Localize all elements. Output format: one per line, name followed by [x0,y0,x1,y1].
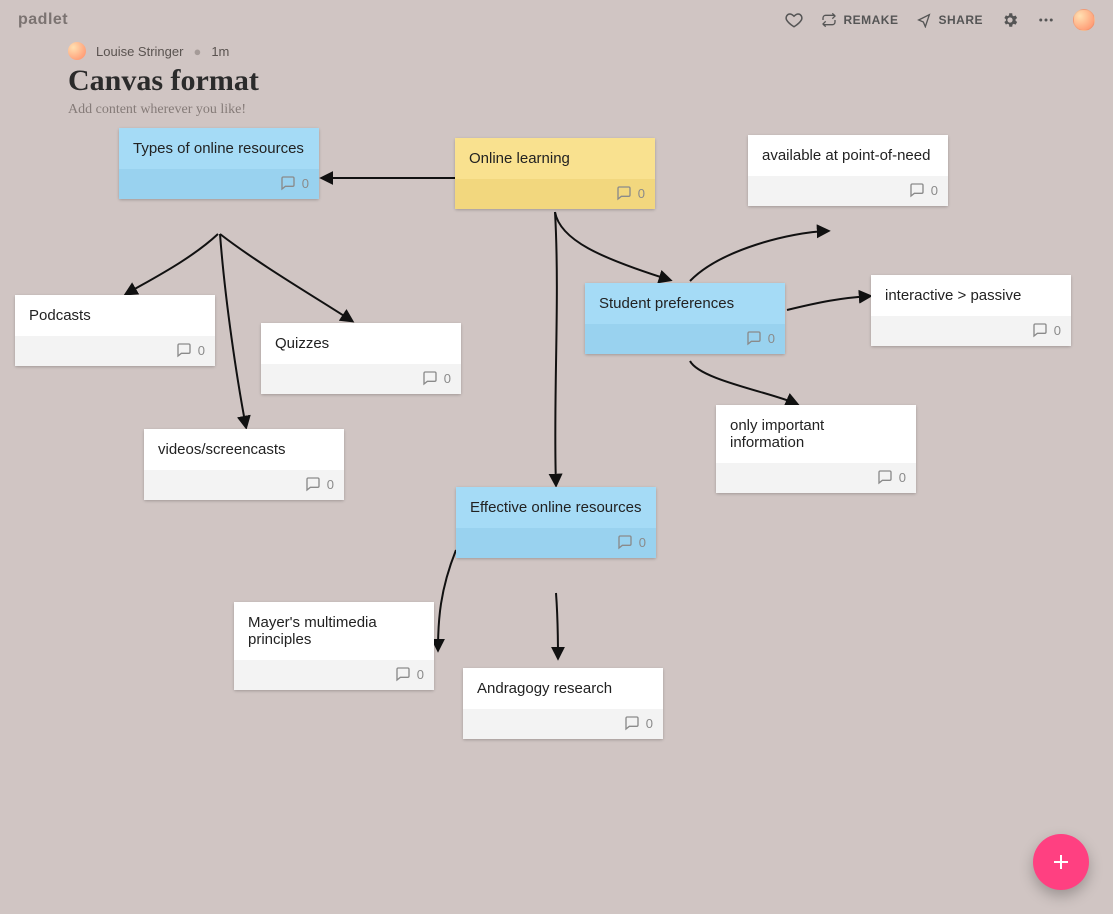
author-avatar[interactable] [68,42,86,60]
comment-count: 0 [1054,323,1061,338]
comment-count: 0 [646,716,653,731]
card-mayer-principles[interactable]: Mayer's multimedia principles 0 [234,602,434,690]
card-title: Effective online resources [456,487,656,528]
share-label: SHARE [938,13,983,27]
board-subtitle: Add content wherever you like! [68,102,259,118]
settings-button[interactable] [1001,11,1019,29]
card-types-online-resources[interactable]: Types of online resources 0 [119,128,319,199]
comment-icon [617,534,633,550]
card-title: Quizzes [261,323,461,364]
topbar-actions: REMAKE SHARE [785,9,1095,31]
card-footer[interactable]: 0 [463,709,663,739]
card-footer[interactable]: 0 [748,176,948,206]
topbar: padlet REMAKE SHARE [0,0,1113,40]
card-footer[interactable]: 0 [456,528,656,558]
card-footer[interactable]: 0 [119,169,319,199]
author-name: Louise Stringer [96,44,183,59]
comment-count: 0 [417,667,424,682]
comment-icon [877,469,893,485]
like-button[interactable] [785,11,803,29]
canvas[interactable]: Types of online resources 0 Online learn… [0,0,1113,914]
card-online-learning[interactable]: Online learning 0 [455,138,655,209]
card-only-important-info[interactable]: only important information 0 [716,405,916,493]
card-footer[interactable]: 0 [716,463,916,493]
card-footer[interactable]: 0 [234,660,434,690]
comment-icon [616,185,632,201]
card-footer[interactable]: 0 [585,324,785,354]
comment-icon [305,476,321,492]
more-button[interactable] [1037,11,1055,29]
user-avatar[interactable] [1073,9,1095,31]
comment-icon [1032,322,1048,338]
card-title: Mayer's multimedia principles [234,602,434,660]
comment-count: 0 [327,477,334,492]
card-title: Podcasts [15,295,215,336]
card-andragogy-research[interactable]: Andragogy research 0 [463,668,663,739]
more-icon [1037,11,1055,29]
card-title: videos/screencasts [144,429,344,470]
card-footer[interactable]: 0 [455,179,655,209]
card-podcasts[interactable]: Podcasts 0 [15,295,215,366]
card-title: Andragogy research [463,668,663,709]
comment-icon [624,715,640,731]
card-videos-screencasts[interactable]: videos/screencasts 0 [144,429,344,500]
comment-count: 0 [638,186,645,201]
comment-icon [176,342,192,358]
card-footer[interactable]: 0 [15,336,215,366]
board-title: Canvas format [68,64,259,98]
card-title: interactive > passive [871,275,1071,316]
comment-count: 0 [444,371,451,386]
card-student-preferences[interactable]: Student preferences 0 [585,283,785,354]
card-title: Types of online resources [119,128,319,169]
comment-count: 0 [639,535,646,550]
plus-icon [1049,850,1073,874]
heart-icon [785,11,803,29]
comment-icon [909,182,925,198]
card-title: Student preferences [585,283,785,324]
comment-count: 0 [302,176,309,191]
card-footer[interactable]: 0 [261,364,461,394]
separator-dot: ● [193,44,201,59]
card-point-of-need[interactable]: available at point-of-need 0 [748,135,948,206]
comment-icon [746,330,762,346]
add-post-button[interactable] [1033,834,1089,890]
card-footer[interactable]: 0 [871,316,1071,346]
card-title: only important information [716,405,916,463]
share-icon [916,12,932,28]
comment-icon [395,666,411,682]
remake-label: REMAKE [843,13,898,27]
card-effective-online-resources[interactable]: Effective online resources 0 [456,487,656,558]
card-title: Online learning [455,138,655,179]
comment-icon [280,175,296,191]
card-title: available at point-of-need [748,135,948,176]
gear-icon [1001,11,1019,29]
board-header: Louise Stringer ● 1m Canvas format Add c… [68,42,259,118]
card-quizzes[interactable]: Quizzes 0 [261,323,461,394]
comment-count: 0 [198,343,205,358]
board-time: 1m [211,44,229,59]
share-button[interactable]: SHARE [916,12,983,28]
comment-icon [422,370,438,386]
comment-count: 0 [931,183,938,198]
card-interactive-passive[interactable]: interactive > passive 0 [871,275,1071,346]
card-footer[interactable]: 0 [144,470,344,500]
remake-button[interactable]: REMAKE [821,12,898,28]
remake-icon [821,12,837,28]
comment-count: 0 [768,331,775,346]
comment-count: 0 [899,470,906,485]
brand-logo[interactable]: padlet [18,11,68,29]
